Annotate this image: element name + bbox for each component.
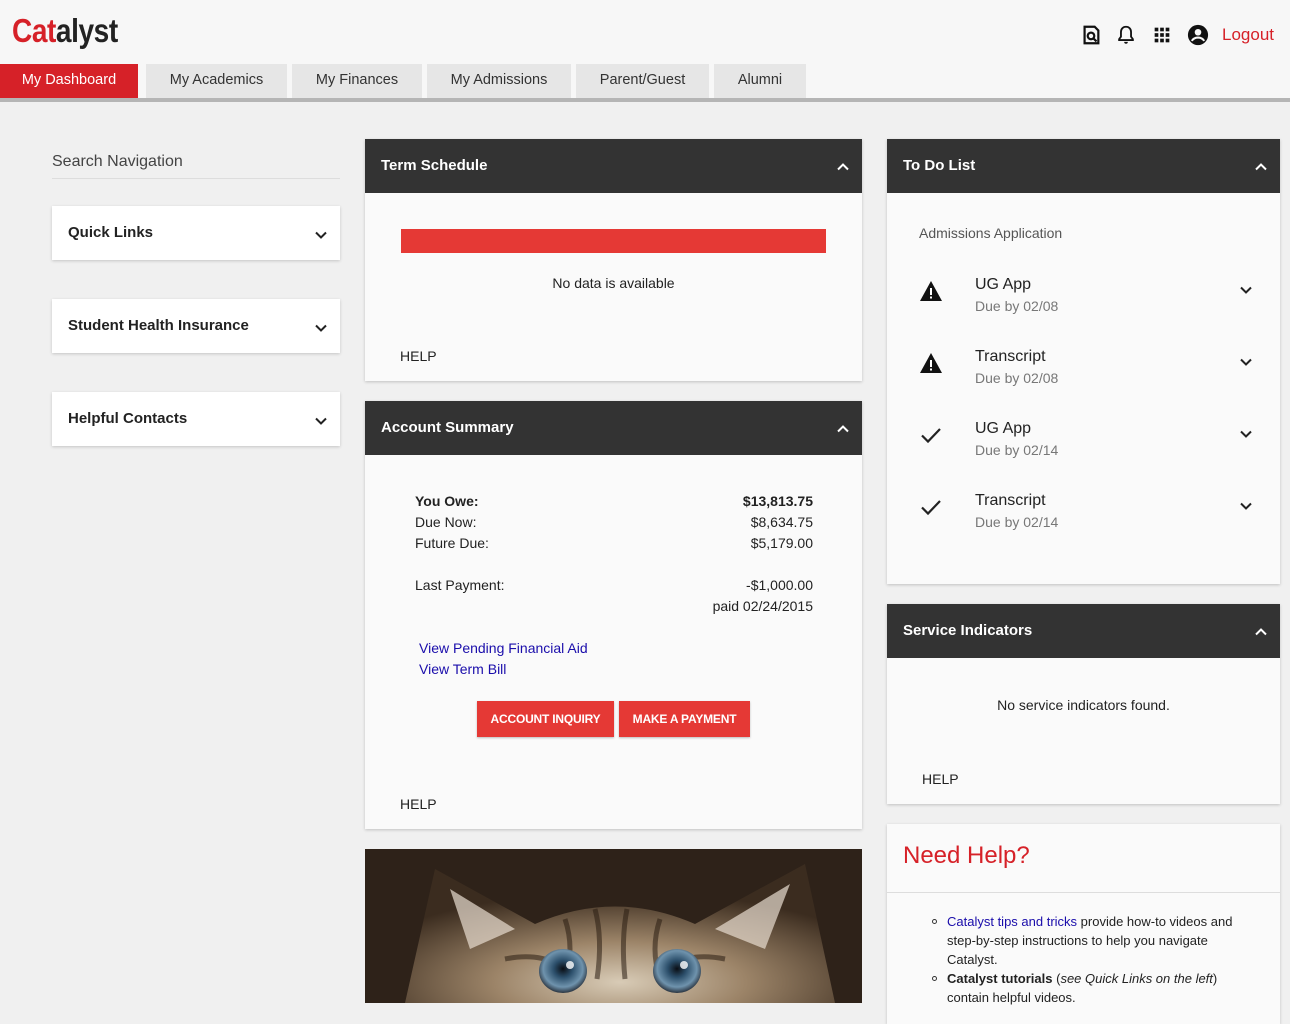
logo-text-red: Cat (12, 12, 56, 49)
check-icon (921, 500, 941, 516)
list-item: Catalyst tips and tricks provide how-to … (932, 912, 1257, 969)
card-title: Term Schedule (381, 157, 488, 174)
chevron-down-icon (1240, 286, 1252, 294)
need-help-title: Need Help? (903, 842, 1030, 869)
list-item: Catalyst tutorials (see Quick Links on t… (932, 969, 1257, 1007)
sidebar-item-label: Student Health Insurance (68, 317, 249, 334)
last-payment-label: Last Payment: (415, 577, 505, 593)
chevron-up-icon[interactable] (1255, 163, 1267, 171)
tutorials-label: Catalyst tutorials (947, 971, 1053, 986)
sidebar-item-helpful-contacts[interactable]: Helpful Contacts (52, 392, 340, 446)
help-link[interactable]: HELP (922, 771, 959, 787)
todo-title: Transcript (975, 492, 1046, 509)
no-service-indicators-message: No service indicators found. (997, 697, 1170, 713)
due-now-label: Due Now: (415, 514, 477, 530)
last-payment-value: -$1,000.00 (746, 577, 813, 593)
make-a-payment-button[interactable]: MAKE A PAYMENT (619, 701, 750, 737)
todo-due-date: Due by 02/08 (975, 370, 1059, 386)
tab-my-academics[interactable]: My Academics (146, 64, 287, 98)
to-do-list-card: To Do List Admissions Application UG App… (887, 139, 1280, 584)
chevron-down-icon (1240, 430, 1252, 438)
todo-section-title: Admissions Application (919, 225, 1063, 241)
todo-item[interactable]: UG App Due by 02/08 (887, 276, 1280, 336)
sidebar-item-label: Quick Links (68, 224, 154, 241)
help-link[interactable]: HELP (400, 796, 437, 812)
logo-text-dark: alyst (55, 12, 118, 49)
future-due-value: $5,179.00 (750, 535, 813, 551)
card-title: Account Summary (381, 419, 514, 436)
chevron-up-icon[interactable] (837, 425, 849, 433)
card-header: Term Schedule (365, 139, 862, 193)
help-link[interactable]: HELP (400, 348, 437, 364)
sidebar-item-student-health-insurance[interactable]: Student Health Insurance (52, 299, 340, 353)
kitten-illustration (365, 849, 862, 1003)
warning-icon (920, 353, 942, 373)
logout-link[interactable]: Logout (1222, 25, 1274, 45)
tab-alumni[interactable]: Alumni (714, 64, 806, 98)
todo-due-date: Due by 02/14 (975, 442, 1059, 458)
chevron-down-icon (315, 417, 327, 425)
tab-underline (0, 98, 1290, 102)
todo-due-date: Due by 02/14 (975, 514, 1059, 530)
quick-links-hint: see Quick Links on the left (1060, 971, 1213, 986)
chevron-down-icon (1240, 502, 1252, 510)
future-due-label: Future Due: (415, 535, 489, 551)
card-header: To Do List (887, 139, 1280, 193)
chevron-up-icon[interactable] (837, 163, 849, 171)
top-header: Catalyst Logout (0, 0, 1290, 64)
you-owe-value: $13,813.75 (742, 493, 813, 509)
card-title: To Do List (903, 157, 976, 174)
sidebar-item-quick-links[interactable]: Quick Links (52, 206, 340, 260)
apps-grid-icon[interactable] (1151, 24, 1173, 46)
term-status-bar (401, 229, 826, 253)
card-title: Service Indicators (903, 622, 1033, 639)
check-icon (921, 428, 941, 444)
service-indicators-card: Service Indicators No service indicators… (887, 604, 1280, 804)
view-term-bill-link[interactable]: View Term Bill (419, 661, 506, 677)
search-doc-icon[interactable] (1080, 24, 1102, 46)
paren-close: ) (1212, 971, 1218, 986)
catalyst-tips-link[interactable]: Catalyst tips and tricks (947, 914, 1077, 929)
account-inquiry-button[interactable]: ACCOUNT INQUIRY (477, 701, 614, 737)
view-pending-financial-aid-link[interactable]: View Pending Financial Aid (419, 640, 588, 656)
due-now-value: $8,634.75 (750, 514, 813, 530)
todo-title: UG App (975, 276, 1032, 293)
catalyst-logo[interactable]: Catalyst (12, 12, 118, 50)
no-data-message: No data is available (552, 275, 675, 291)
warning-icon (920, 281, 942, 301)
todo-item[interactable]: UG App Due by 02/14 (887, 420, 1280, 480)
chevron-down-icon (1240, 358, 1252, 366)
last-payment-date: paid 02/24/2015 (712, 598, 813, 614)
todo-title: UG App (975, 420, 1032, 437)
tab-my-dashboard[interactable]: My Dashboard (0, 64, 138, 98)
need-help-list: Catalyst tips and tricks provide how-to … (932, 912, 1257, 1007)
you-owe-label: You Owe: (415, 493, 479, 509)
bell-icon[interactable] (1115, 24, 1137, 46)
chevron-down-icon (315, 231, 327, 239)
card-header: Service Indicators (887, 604, 1280, 658)
todo-due-date: Due by 02/08 (975, 298, 1059, 314)
tab-my-admissions[interactable]: My Admissions (427, 64, 571, 98)
main-tabs: My Dashboard My Academics My Finances My… (0, 64, 1290, 98)
term-schedule-card: Term Schedule No data is available HELP (365, 139, 862, 381)
account-circle-icon[interactable] (1187, 24, 1209, 46)
chevron-down-icon (315, 324, 327, 332)
need-help-card: Need Help? Catalyst tips and tricks prov… (887, 824, 1280, 1024)
sidebar-item-label: Helpful Contacts (68, 410, 188, 427)
kitten-photo (365, 849, 862, 1003)
divider (887, 892, 1280, 893)
account-summary-card: Account Summary You Owe: $13,813.75 Due … (365, 401, 862, 829)
todo-item[interactable]: Transcript Due by 02/08 (887, 348, 1280, 408)
card-header: Account Summary (365, 401, 862, 455)
tab-my-finances[interactable]: My Finances (292, 64, 422, 98)
tab-parent-guest[interactable]: Parent/Guest (576, 64, 709, 98)
search-navigation[interactable]: Search Navigation (52, 150, 340, 179)
todo-item[interactable]: Transcript Due by 02/14 (887, 492, 1280, 552)
todo-title: Transcript (975, 348, 1046, 365)
chevron-up-icon[interactable] (1255, 628, 1267, 636)
